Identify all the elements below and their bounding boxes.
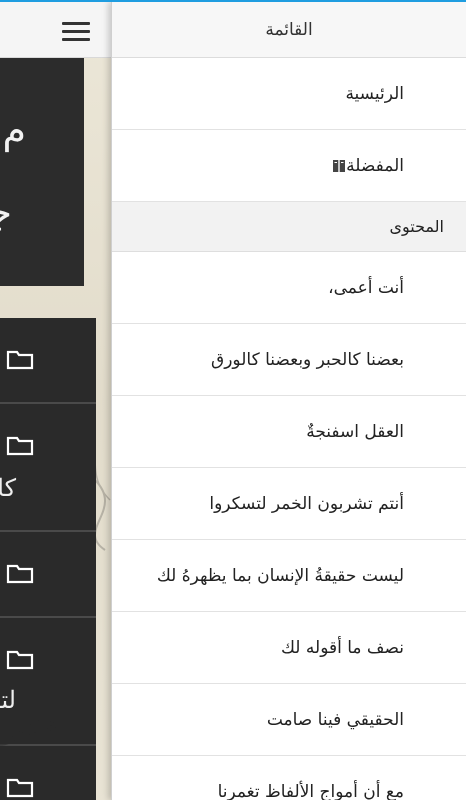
content-item-label: الحقيقي فينا صامت (266, 709, 404, 730)
app-toolbar (0, 2, 112, 58)
status-accent-line (0, 0, 466, 2)
content-item-label: مع أن أمواج الألفاظ تغمرنا (217, 781, 404, 800)
content-section-header: المحتوى (112, 202, 466, 252)
content-item[interactable]: نصف ما أقوله لك (112, 612, 466, 684)
content-item-label: أنت أعمى، (328, 277, 404, 298)
hamburger-menu-icon[interactable] (62, 22, 90, 42)
content-card[interactable] (0, 532, 96, 618)
nav-item-home[interactable]: الرئيسية (112, 58, 466, 130)
content-item-label: بعضنا كالحبر وبعضنا كالورق (211, 349, 404, 370)
folder-icon (6, 436, 34, 456)
folder-icon (6, 564, 34, 584)
content-item[interactable]: أنتم تشربون الخمر لتسكروا (112, 468, 466, 540)
book-icon (333, 159, 346, 172)
content-item-label: أنتم تشربون الخمر لتسكروا (209, 493, 404, 514)
folder-icon (6, 650, 34, 670)
content-item[interactable]: ليست حقيقةُ الإنسان بما يظهرهُ لك (112, 540, 466, 612)
content-card[interactable] (0, 318, 96, 404)
hero-title-line1: م (2, 108, 26, 152)
nav-item-label: المفضلة (346, 155, 404, 176)
content-item-label: ليست حقيقةُ الإنسان بما يظهرهُ لك (156, 565, 404, 586)
folder-icon (6, 778, 34, 798)
content-card[interactable] (0, 746, 96, 800)
content-card[interactable]: كالو (0, 404, 96, 532)
nav-item-favorites[interactable]: المفضلة (112, 130, 466, 202)
content-item[interactable]: مع أن أمواج الألفاظ تغمرنا (112, 756, 466, 800)
content-item[interactable]: الحقيقي فينا صامت (112, 684, 466, 756)
hero-banner[interactable]: م جبر (0, 58, 84, 286)
drawer-title: القائمة (265, 19, 313, 40)
hero-title-line2: جبر (0, 190, 12, 234)
card-title: كالو (0, 474, 16, 502)
content-item[interactable]: العقل اسفنجةٌ (112, 396, 466, 468)
nav-item-label: الرئيسية (345, 83, 404, 104)
content-item[interactable]: أنت أعمى، (112, 252, 466, 324)
folder-icon (6, 350, 34, 370)
content-item-label: العقل اسفنجةٌ (306, 421, 404, 442)
navigation-drawer: القائمة الرئيسية المفضلة المحتوى أنت أعم… (111, 2, 466, 800)
watermark-text: جبرا (0, 700, 60, 746)
background-app: م جبر كالو لتس (0, 0, 112, 800)
drawer-header: القائمة (112, 2, 466, 58)
section-title: المحتوى (389, 217, 444, 236)
content-item[interactable]: بعضنا كالحبر وبعضنا كالورق (112, 324, 466, 396)
content-item-label: نصف ما أقوله لك (280, 637, 404, 658)
